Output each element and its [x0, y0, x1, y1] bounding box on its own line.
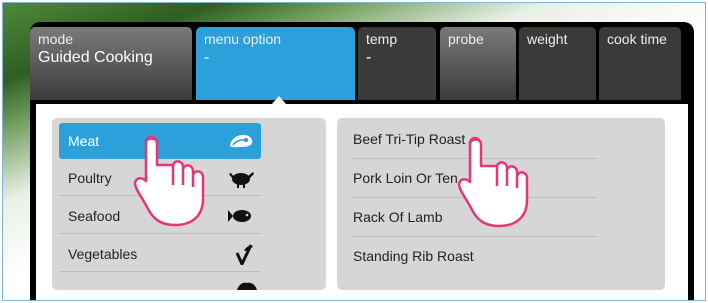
fish-icon: [228, 210, 251, 222]
tab-mode-label: mode: [38, 31, 74, 47]
selected-tab-pointer: [272, 96, 286, 104]
tap-hand-icon: [457, 136, 529, 228]
tab-weight[interactable]: weight: [519, 27, 596, 100]
tab-probe-label: probe: [448, 31, 484, 47]
turkey-icon: [229, 172, 254, 188]
tab-mode-value: Guided Cooking: [38, 49, 153, 66]
partial-category-icon: [237, 282, 257, 290]
tab-temp-value: -: [366, 49, 372, 66]
tab-menu-option[interactable]: menu option -: [196, 27, 355, 100]
tab-probe[interactable]: probe: [440, 27, 516, 100]
category-item-vegetables[interactable]: Vegetables: [59, 236, 261, 272]
tab-cook-time-label: cook time: [607, 31, 667, 47]
tab-menu-option-value: -: [204, 49, 210, 66]
recipe-item-standing-rib-roast[interactable]: Standing Rib Roast: [353, 237, 597, 276]
category-label: Vegetables: [68, 246, 138, 262]
category-label: Seafood: [68, 208, 121, 224]
tab-menu-option-label: menu option: [204, 31, 282, 47]
tab-mode[interactable]: mode Guided Cooking: [30, 27, 192, 100]
tab-temp[interactable]: temp -: [358, 27, 436, 100]
category-label: Poultry: [68, 170, 112, 186]
app-frame: mode Guided Cooking menu option - temp -…: [2, 2, 706, 301]
tab-temp-label: temp: [366, 31, 398, 47]
tap-hand-icon: [133, 135, 205, 227]
sprout-icon: [235, 244, 253, 265]
steak-icon: [230, 134, 253, 148]
tab-cook-time[interactable]: cook time: [599, 27, 681, 100]
tab-weight-label: weight: [527, 31, 568, 47]
category-label: Meat: [68, 133, 100, 149]
